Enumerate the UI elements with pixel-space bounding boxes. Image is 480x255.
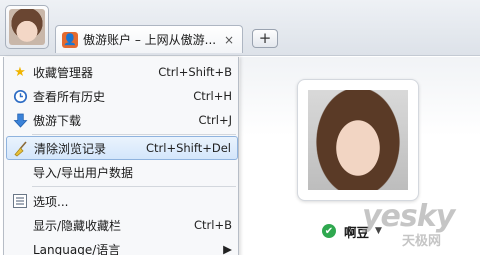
menu-item-history[interactable]: 查看所有历史 Ctrl+H (6, 84, 238, 108)
user-avatar-button[interactable] (5, 5, 49, 49)
watermark: yesky 天极网 (362, 199, 455, 250)
menu-item-downloads[interactable]: 傲游下载 Ctrl+J (6, 108, 238, 132)
clock-icon (12, 88, 28, 104)
main-menu: ★ 收藏管理器 Ctrl+Shift+B 查看所有历史 Ctrl+H 傲游下载 … (3, 57, 239, 255)
account-icon: 👤 (62, 31, 78, 48)
menu-item-options[interactable]: 选项... (6, 189, 238, 213)
submenu-arrow-icon: ▶ (223, 242, 232, 255)
menu-item-clear-browsing-data[interactable]: 清除浏览记录 Ctrl+Shift+Del (6, 136, 238, 160)
broom-icon (13, 141, 29, 157)
menu-separator (32, 134, 236, 135)
tab-strip: 👤 傲游账户 – 上网从傲游... × + (0, 0, 480, 56)
star-icon: ★ (14, 64, 26, 80)
online-check-icon: ✔ (322, 224, 336, 238)
tab-title: 傲游账户 – 上网从傲游... (83, 33, 217, 47)
menu-separator (32, 186, 236, 187)
menu-item-language[interactable]: Language/语言 ▶ (6, 237, 238, 255)
profile-photo-card[interactable] (297, 79, 419, 201)
new-tab-button[interactable]: + (252, 29, 278, 48)
tab-maxthon-account[interactable]: 👤 傲游账户 – 上网从傲游... × (55, 25, 243, 53)
close-icon[interactable]: × (222, 33, 236, 47)
profile-photo (308, 90, 408, 190)
menu-item-import-export[interactable]: 导入/导出用户数据 (6, 160, 238, 184)
download-arrow-icon (12, 112, 28, 128)
avatar (9, 9, 45, 45)
menu-item-favorites-manager[interactable]: ★ 收藏管理器 Ctrl+Shift+B (6, 60, 238, 84)
list-icon (12, 193, 28, 209)
watermark-logo: yesky (362, 199, 455, 234)
menu-item-toggle-favorites-bar[interactable]: 显示/隐藏收藏栏 Ctrl+B (6, 213, 238, 237)
watermark-subtitle: 天极网 (402, 234, 442, 249)
